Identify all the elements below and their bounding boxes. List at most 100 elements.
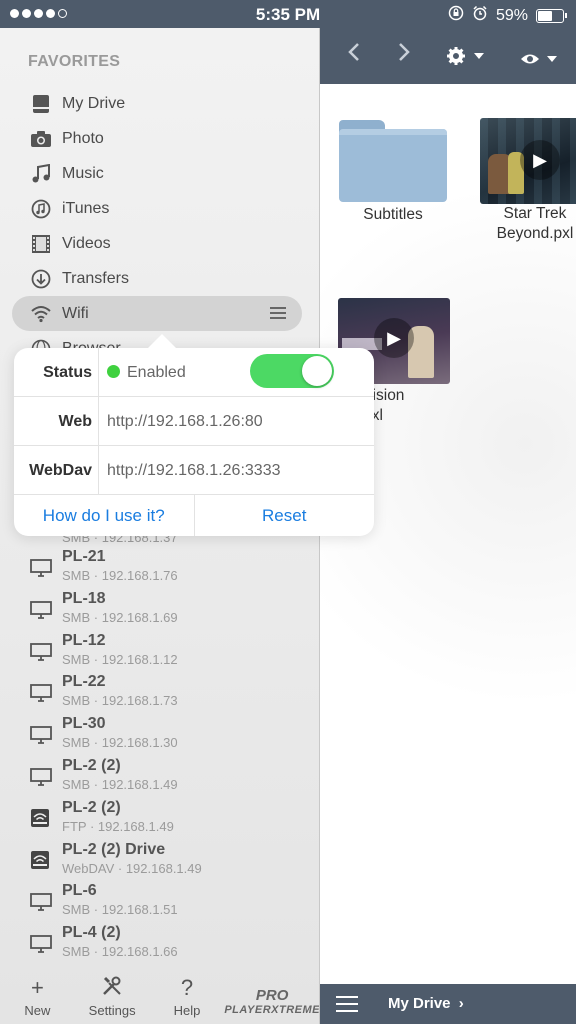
- server-address: FTP · 192.168.1.49: [62, 818, 174, 834]
- server-address: SMB · 192.168.1.49: [62, 776, 178, 792]
- server-list-item[interactable]: PL-6 SMB · 192.168.1.51: [0, 880, 319, 922]
- wifi-drive-icon: [30, 850, 52, 869]
- server-name: PL-12: [62, 631, 106, 649]
- server-address: SMB · 192.168.1.76: [62, 568, 178, 583]
- monitor-icon: [30, 684, 52, 703]
- favorites-list: My Drive Photo Music iTunes Videos Trans…: [0, 86, 319, 366]
- battery-percent: 59%: [495, 6, 528, 24]
- server-name: PL-30: [62, 715, 106, 733]
- server-name: PL-22: [62, 673, 106, 691]
- sidebar-item-label: Wifi: [62, 304, 89, 322]
- plus-icon: +: [30, 975, 44, 1000]
- playerxtreme-logo: PRO PLAYERXTREME: [224, 987, 320, 1016]
- status-indicator-dot: [107, 365, 120, 378]
- sidebar-item-itunes[interactable]: iTunes: [0, 191, 319, 226]
- server-address: SMB · 192.168.1.73: [62, 693, 178, 709]
- sidebar-item-label: Photo: [62, 129, 104, 147]
- server-address: SMB · 192.168.1.66: [62, 944, 178, 960]
- status-value: Enabled: [127, 364, 186, 381]
- server-address: SMB · 192.168.1.69: [62, 609, 178, 625]
- server-list-item[interactable]: PL-22 SMB · 192.168.1.73: [0, 671, 319, 713]
- sidebar-item-label: Transfers: [62, 269, 129, 287]
- settings-button[interactable]: Settings: [75, 964, 150, 1024]
- gear-dropdown-button[interactable]: [446, 46, 486, 72]
- sidebar-item-transfers[interactable]: Transfers: [0, 261, 319, 296]
- reset-button[interactable]: Reset: [195, 495, 375, 536]
- play-icon: ▶: [374, 318, 414, 358]
- sidebar-item-wifi[interactable]: Wifi: [12, 296, 302, 331]
- server-name: PL-2 (2): [62, 756, 121, 774]
- server-list-item[interactable]: PL-2 (2) Drive WebDAV · 192.168.1.49: [0, 839, 319, 881]
- server-list: PL-21 SMB · 192.168.1.76 PL-18 SMB · 192.16…: [0, 546, 319, 964]
- video-thumbnail: ▶: [480, 118, 576, 204]
- server-name: PL-6: [62, 882, 97, 900]
- server-list-item[interactable]: PL-30 SMB · 192.168.1.30: [0, 713, 319, 755]
- rotation-lock-icon: [448, 5, 464, 26]
- sidebar-item-label: My Drive: [62, 94, 126, 112]
- server-address: SMB · 192.168.1.12: [62, 651, 178, 667]
- sidebar-item-label: Videos: [62, 234, 111, 252]
- sidebar-toolbar: + New Settings ? Help PRO PLAYERXTREME: [0, 964, 320, 1024]
- wifi-menu-icon[interactable]: [270, 307, 286, 322]
- how-to-use-link[interactable]: How do I use it?: [14, 495, 195, 536]
- current-location-button[interactable]: My Drive ›: [388, 995, 464, 1012]
- monitor-icon: [30, 559, 52, 577]
- download-icon: [30, 268, 52, 290]
- alarm-icon: [472, 5, 488, 26]
- drive-icon: [30, 93, 52, 115]
- sidebar-item-photo[interactable]: Photo: [0, 121, 319, 156]
- webdav-row: WebDav http://192.168.1.26:3333: [14, 446, 374, 495]
- music-note-icon: [30, 163, 52, 185]
- forward-chevron-icon[interactable]: [398, 42, 410, 68]
- chevron-right-icon: ›: [458, 995, 464, 1012]
- wifi-icon: [30, 303, 52, 325]
- server-name: PL-2 (2): [62, 798, 121, 816]
- server-list-item[interactable]: PL-12 SMB · 192.168.1.12: [0, 630, 319, 672]
- server-list-item[interactable]: PL-2 (2) FTP · 192.168.1.49: [0, 797, 319, 839]
- help-button[interactable]: ? Help: [150, 964, 225, 1024]
- location-bar: My Drive ›: [320, 984, 576, 1024]
- film-icon: [30, 233, 52, 255]
- sidebar-item-music[interactable]: Music: [0, 156, 319, 191]
- server-name: PL-4 (2): [62, 924, 121, 942]
- hamburger-menu-icon[interactable]: [336, 996, 358, 1017]
- server-address: SMB · 192.168.1.51: [62, 902, 178, 918]
- web-address[interactable]: http://192.168.1.26:80: [107, 397, 263, 446]
- monitor-icon: [30, 768, 52, 786]
- monitor-icon: [30, 935, 52, 954]
- folder-tile[interactable]: Subtitles: [323, 120, 463, 240]
- wifi-share-popover: Status Enabled Web http://192.168.1.26:8…: [14, 334, 375, 536]
- itunes-icon: [30, 198, 52, 220]
- sidebar-item-videos[interactable]: Videos: [0, 226, 319, 261]
- video-tile[interactable]: ▶ Star Trek Beyond.pxl: [465, 118, 576, 248]
- wifi-drive-icon: [30, 808, 52, 827]
- back-chevron-icon[interactable]: [348, 42, 360, 68]
- monitor-icon: [30, 893, 52, 912]
- monitor-icon: [30, 600, 52, 619]
- server-list-item[interactable]: PL-21 SMB · 192.168.1.76: [0, 546, 319, 588]
- camera-icon: [30, 128, 52, 150]
- server-list-item[interactable]: PL-4 (2) SMB · 192.168.1.66: [0, 922, 319, 964]
- sidebar-item-label: iTunes: [62, 199, 110, 217]
- view-dropdown-button[interactable]: [520, 48, 560, 74]
- status-row: Status Enabled: [14, 348, 374, 397]
- navigation-bar: [320, 28, 576, 84]
- web-row: Web http://192.168.1.26:80: [14, 397, 374, 446]
- battery-icon: [536, 8, 567, 23]
- monitor-icon: [30, 726, 52, 745]
- question-icon: ?: [180, 975, 194, 1000]
- favorites-title: FAVORITES: [28, 53, 121, 70]
- server-address: SMB · 192.168.1.30: [62, 735, 178, 751]
- sidebar-item-my-drive[interactable]: My Drive: [0, 86, 319, 121]
- sidebar-item-label: Music: [62, 164, 104, 182]
- server-name: PL-2 (2) Drive: [62, 840, 166, 858]
- webdav-address[interactable]: http://192.168.1.26:3333: [107, 446, 280, 495]
- folder-icon: [339, 120, 447, 202]
- server-address: WebDAV · 192.168.1.49: [62, 860, 202, 876]
- status-bar: 5:35 PM 59%: [0, 0, 576, 28]
- server-list-item[interactable]: PL-18 SMB · 192.168.1.69: [0, 588, 319, 630]
- wifi-share-toggle[interactable]: [250, 354, 334, 388]
- new-button[interactable]: + New: [0, 964, 75, 1024]
- server-list-item[interactable]: PL-2 (2) SMB · 192.168.1.49: [0, 755, 319, 797]
- play-icon: ▶: [520, 140, 560, 180]
